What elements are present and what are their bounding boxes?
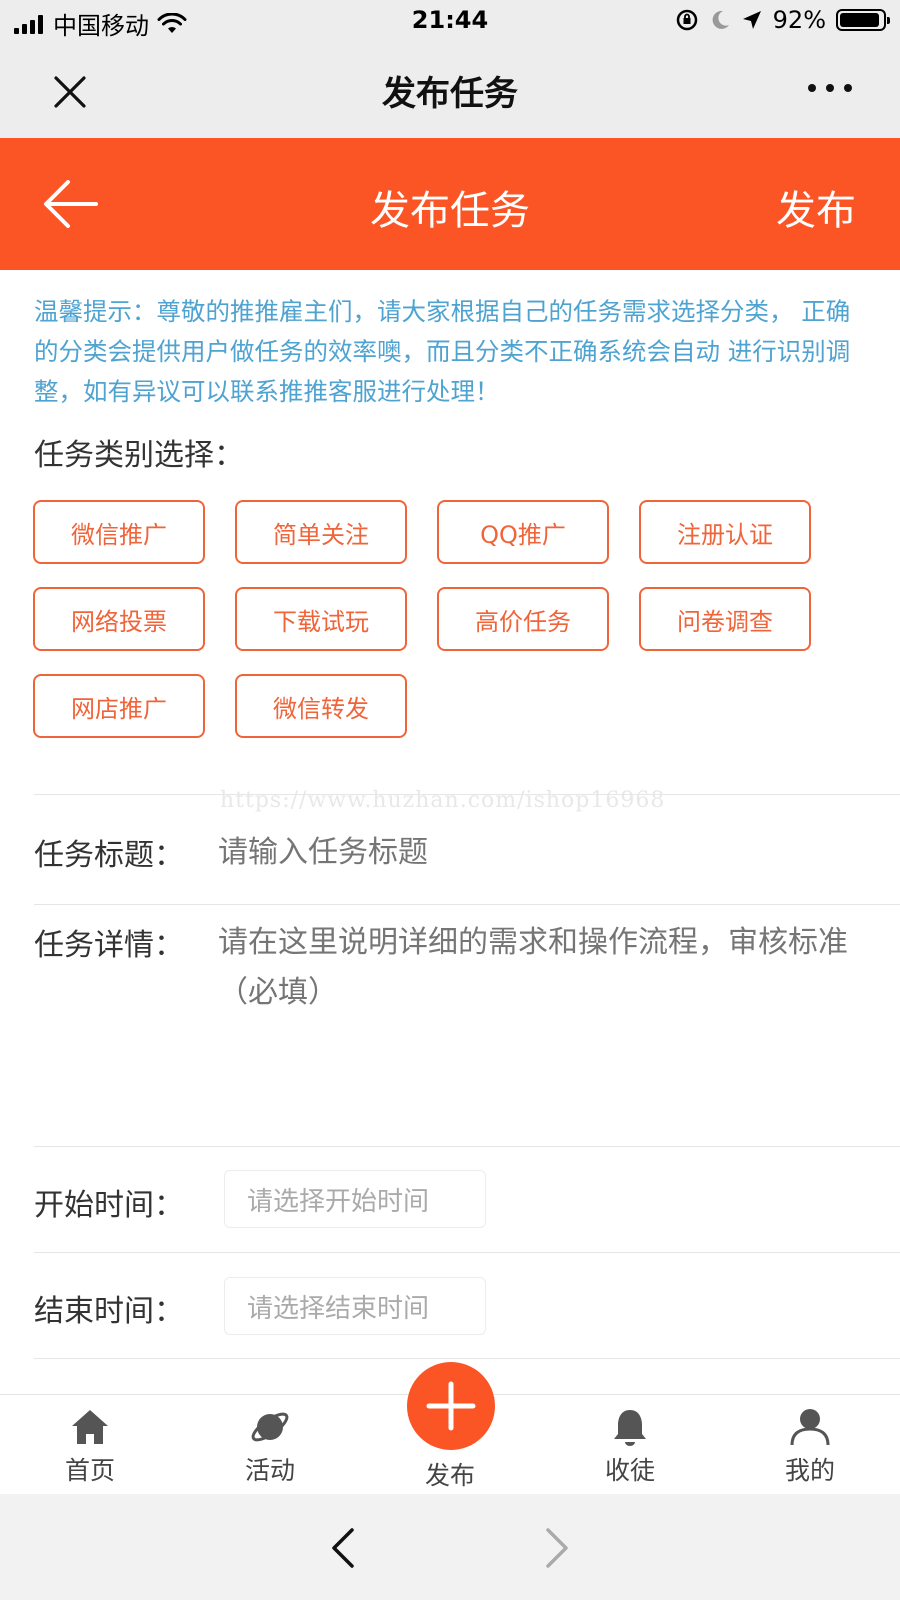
category-chip[interactable]: 高价任务 xyxy=(437,587,609,651)
planet-icon xyxy=(251,1412,289,1442)
start-time-picker[interactable]: 请选择开始时间 xyxy=(224,1170,486,1228)
category-chip[interactable]: 简单关注 xyxy=(235,500,407,564)
divider xyxy=(34,1252,900,1253)
detail-textarea[interactable] xyxy=(218,918,878,1118)
browser-nav-bar xyxy=(0,1494,900,1600)
wechat-title: 发布任务 xyxy=(382,74,518,114)
category-chip[interactable]: 下载试玩 xyxy=(235,587,407,651)
title-input[interactable] xyxy=(218,830,858,874)
title-label: 任务标题： xyxy=(34,838,184,873)
user-icon xyxy=(790,1409,830,1446)
more-icon[interactable] xyxy=(808,84,852,98)
tab-activity[interactable]: 活动 xyxy=(210,1405,330,1487)
plus-icon xyxy=(426,1381,476,1431)
location-arrow-icon xyxy=(742,11,761,29)
category-chip[interactable]: 微信推广 xyxy=(33,500,205,564)
tab-label: 首页 xyxy=(64,1456,115,1485)
watermark: https://www.huzhan.com/ishop16968 xyxy=(220,788,666,813)
tab-apprentice[interactable]: 收徒 xyxy=(570,1405,690,1487)
status-bar: 中国移动 21:44 92% xyxy=(0,0,900,44)
category-chip[interactable]: 微信转发 xyxy=(235,674,407,738)
tab-home[interactable]: 首页 xyxy=(30,1405,150,1487)
category-chip[interactable]: 问卷调查 xyxy=(639,587,811,651)
category-grid: 微信推广 简单关注 QQ推广 注册认证 网络投票 下载试玩 高价任务 问卷调查 … xyxy=(33,500,873,738)
battery-icon xyxy=(836,9,890,31)
divider xyxy=(34,904,900,905)
tab-label: 我的 xyxy=(784,1456,835,1485)
publish-button[interactable]: 发布 xyxy=(776,178,856,236)
publish-fab[interactable] xyxy=(407,1362,495,1450)
end-time-picker[interactable]: 请选择结束时间 xyxy=(224,1277,486,1335)
page-title: 发布任务 xyxy=(370,188,530,234)
category-label: 任务类别选择： xyxy=(34,438,244,473)
tab-label: 收徒 xyxy=(604,1456,655,1485)
category-chip[interactable]: 注册认证 xyxy=(639,500,811,564)
status-icons: 92% xyxy=(675,6,890,34)
category-chip[interactable]: QQ推广 xyxy=(437,500,609,564)
category-chip[interactable]: 网络投票 xyxy=(33,587,205,651)
divider xyxy=(34,1146,900,1147)
forward-chevron-icon[interactable] xyxy=(538,1526,578,1570)
battery-percent: 92% xyxy=(772,6,826,34)
tip-text: 温馨提示：尊敬的推推雇主们，请大家根据自己的任务需求选择分类， 正确的分类会提供… xyxy=(34,297,851,406)
tab-mine[interactable]: 我的 xyxy=(750,1405,870,1487)
wechat-title-bar: 发布任务 xyxy=(0,44,900,138)
home-icon xyxy=(72,1410,108,1444)
bell-icon xyxy=(614,1410,646,1446)
back-chevron-icon[interactable] xyxy=(322,1526,362,1570)
detail-label: 任务详情： xyxy=(34,928,184,963)
end-time-label: 结束时间： xyxy=(34,1294,184,1329)
app-header: 发布任务 发布 xyxy=(0,138,900,270)
start-time-label: 开始时间： xyxy=(34,1188,184,1223)
tab-publish-label: 发布 xyxy=(424,1461,475,1490)
moon-icon xyxy=(712,10,729,29)
rotation-lock-icon xyxy=(676,9,697,31)
category-chip[interactable]: 网店推广 xyxy=(33,674,205,738)
tab-label: 活动 xyxy=(244,1456,295,1485)
divider xyxy=(34,1358,900,1359)
